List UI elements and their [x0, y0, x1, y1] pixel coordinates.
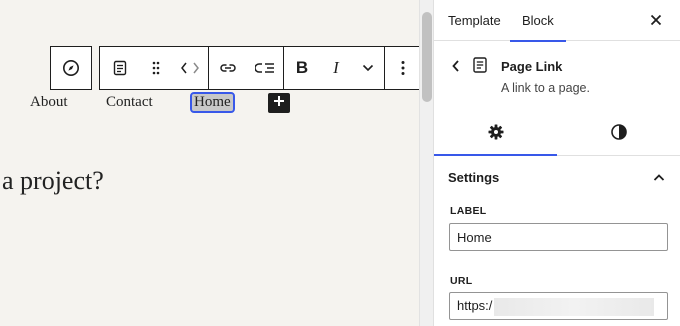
back-button[interactable]: [451, 59, 461, 78]
block-toolbar: B I: [50, 46, 419, 90]
close-icon: [648, 14, 664, 32]
block-type-button[interactable]: [100, 47, 140, 89]
submenu-icon: [255, 61, 275, 75]
contrast-icon: [610, 123, 628, 146]
nav-link-contact[interactable]: Contact: [106, 94, 153, 111]
compass-icon: [62, 59, 80, 77]
tab-styles[interactable]: [557, 113, 680, 155]
add-submenu-button[interactable]: [247, 47, 283, 89]
bold-button[interactable]: B: [284, 47, 320, 89]
move-buttons[interactable]: [172, 47, 208, 89]
block-card: Page Link A link to a page.: [434, 56, 680, 100]
page-icon: [472, 56, 488, 79]
drag-handle-button[interactable]: [140, 47, 172, 89]
tab-template[interactable]: Template: [448, 0, 501, 41]
more-options-icon: [401, 60, 405, 76]
drag-handle-icon: [151, 60, 161, 76]
bold-icon: B: [295, 58, 309, 77]
editor-canvas[interactable]: B I About Contact Home a project?: [0, 0, 419, 326]
scrollbar-thumb[interactable]: [422, 12, 432, 102]
tab-settings[interactable]: [434, 113, 557, 156]
url-redacted-area: [494, 297, 655, 316]
nav-link-about[interactable]: About: [30, 94, 68, 111]
link-icon: [219, 62, 237, 74]
toolbar-parent-group: [50, 46, 92, 90]
panel-title: Settings: [448, 170, 500, 185]
add-block-button[interactable]: [268, 93, 290, 113]
move-left-icon[interactable]: [179, 61, 189, 75]
tab-block[interactable]: Block: [510, 0, 566, 42]
page-icon: [112, 60, 128, 76]
move-right-icon[interactable]: [191, 61, 201, 75]
link-button[interactable]: [209, 47, 247, 89]
block-title: Page Link: [501, 59, 563, 74]
chevron-down-icon: [362, 64, 374, 72]
canvas-scrollbar[interactable]: [419, 0, 433, 326]
close-sidebar-button[interactable]: [648, 12, 664, 28]
url-input[interactable]: https:/c: [449, 292, 668, 326]
options-button[interactable]: [385, 47, 419, 89]
gear-icon: [487, 123, 505, 146]
nav-link-home[interactable]: Home: [190, 92, 235, 113]
italic-button[interactable]: I: [320, 47, 352, 89]
inspector-tabs: [434, 113, 680, 156]
block-description: A link to a page.: [501, 81, 590, 95]
italic-icon: I: [333, 58, 339, 77]
url-value-prefix: https:/: [457, 298, 493, 313]
sidebar-tabs: Template Block: [434, 0, 680, 42]
plus-icon: [273, 94, 285, 112]
label-field-label: LABEL: [450, 205, 487, 217]
navigation-block: About Contact Home: [0, 92, 419, 115]
settings-panel-toggle[interactable]: Settings: [434, 157, 680, 197]
settings-sidebar: Template Block Page Link A link to a pag…: [433, 0, 680, 326]
page-heading[interactable]: a project?: [2, 166, 104, 196]
toolbar-block-group: B I: [99, 46, 419, 90]
url-field-label: URL: [450, 275, 473, 287]
select-parent-button[interactable]: [51, 47, 91, 89]
more-formats-button[interactable]: [352, 47, 384, 89]
label-input[interactable]: [449, 223, 668, 251]
chevron-up-icon: [653, 170, 665, 188]
